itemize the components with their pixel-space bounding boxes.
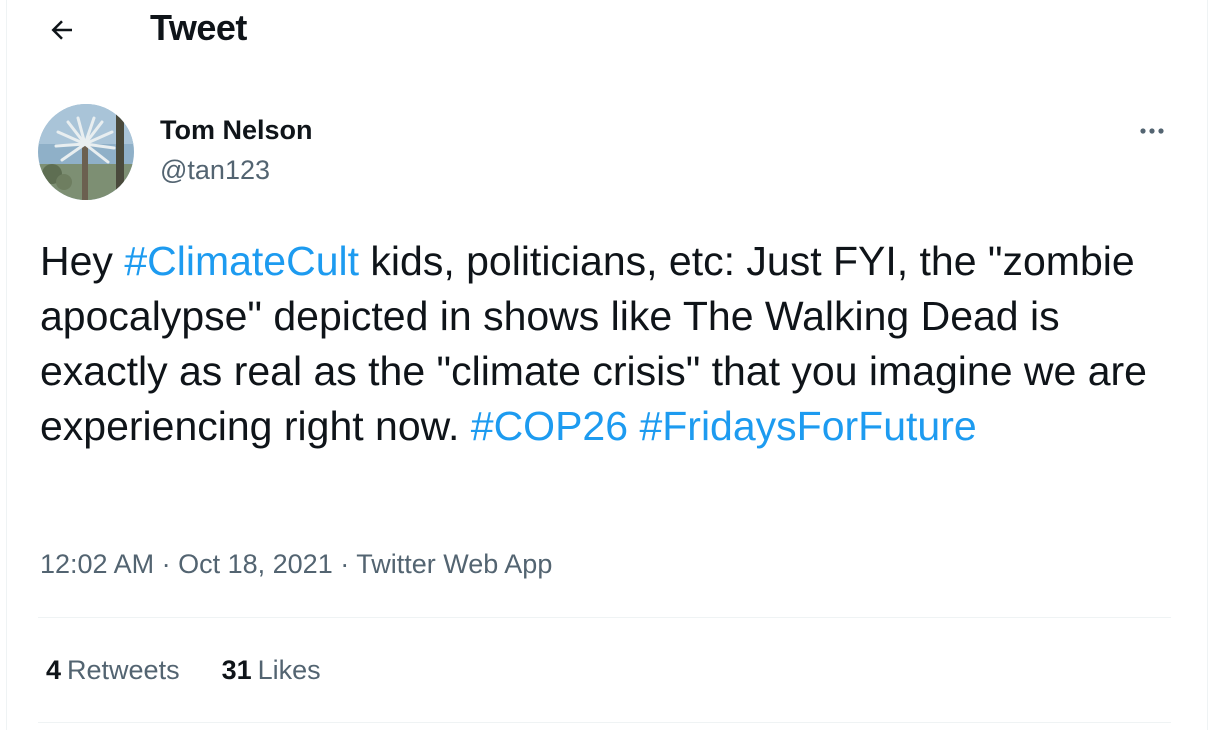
divider [38, 617, 1171, 618]
palm-tree-avatar [38, 104, 134, 200]
likes-stat[interactable]: 31 Likes [222, 650, 321, 690]
retweets-label: Retweets [67, 655, 180, 685]
author-handle[interactable]: @tan123 [160, 152, 270, 188]
hashtag-link[interactable]: #ClimateCult [124, 238, 359, 284]
hashtag-link[interactable]: #COP26 [471, 403, 628, 449]
tweet-text-segment [628, 403, 639, 449]
retweets-stat[interactable]: 4 Retweets [46, 650, 180, 690]
more-button[interactable] [1132, 116, 1172, 146]
arrow-left-icon [51, 20, 72, 40]
page-title: Tweet [150, 7, 247, 48]
hashtag-link[interactable]: #FridaysForFuture [639, 403, 976, 449]
tweet-source[interactable]: Twitter Web App [356, 549, 552, 579]
author-name[interactable]: Tom Nelson [160, 112, 313, 148]
tweet-text-segment: Hey [40, 238, 125, 284]
divider [38, 722, 1171, 723]
tweet-meta: 12:02 AM · Oct 18, 2021 · Twitter Web Ap… [40, 544, 552, 584]
meta-separator: · [340, 549, 350, 579]
back-button[interactable] [40, 8, 84, 52]
likes-count: 31 [221, 655, 252, 685]
tweet-text: Hey #ClimateCult kids, politicians, etc:… [40, 234, 1180, 454]
tweet-date[interactable]: Oct 18, 2021 [178, 549, 333, 579]
more-dots-icon [1140, 128, 1164, 134]
avatar[interactable] [38, 104, 134, 200]
likes-label: Likes [257, 655, 321, 685]
tweet-stats: 4 Retweets 31 Likes [46, 650, 321, 690]
retweets-count: 4 [46, 655, 62, 685]
tweet-time[interactable]: 12:02 AM [40, 549, 154, 579]
meta-separator: · [161, 549, 171, 579]
